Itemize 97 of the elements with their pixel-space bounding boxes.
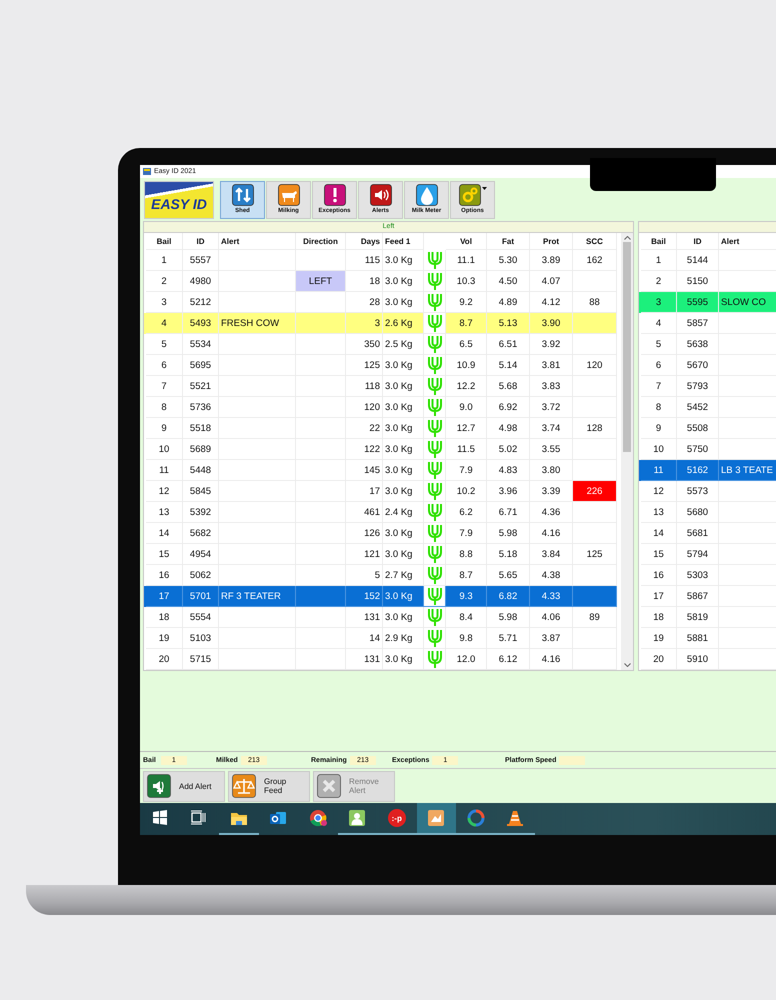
- teat-cup-icon: [426, 649, 444, 670]
- table-row[interactable]: 2 4980 LEFT 18 3.0 Kg 10.3 4.50 4.07: [144, 271, 617, 292]
- teat-cup-icon: [426, 271, 444, 292]
- teat-cup-icon: [426, 397, 444, 418]
- logo-text: EASY ID: [151, 196, 207, 212]
- table-cell: 5910: [677, 649, 719, 670]
- table-row[interactable]: 11 5162 LB 3 TEATE: [639, 460, 776, 482]
- table-row[interactable]: 14 5682 126 3.0 Kg 7.9 5.98 4.16: [144, 523, 617, 544]
- table-row[interactable]: 9 5508: [639, 418, 776, 440]
- table-row[interactable]: 13 5680: [639, 502, 776, 524]
- table-row[interactable]: 18 5554 131 3.0 Kg 8.4 5.98 4.06 89: [144, 607, 617, 628]
- action-button[interactable]: Group Feed: [228, 770, 310, 802]
- table-row[interactable]: 16 5062 5 2.7 Kg 8.7 5.65 4.38: [144, 565, 617, 586]
- teat-cup-icon: [426, 439, 444, 460]
- table-row[interactable]: 10 5750: [639, 439, 776, 460]
- teat-cup-icon: [426, 334, 444, 354]
- contact-icon: [348, 809, 366, 827]
- table-row[interactable]: 20 5910: [639, 649, 776, 670]
- app-icon: [143, 167, 151, 176]
- table-row[interactable]: 16 5303: [639, 565, 776, 586]
- drop-icon: [416, 184, 438, 206]
- table-row[interactable]: 1 5557 115 3.0 Kg 11.1 5.30 3.89 162: [144, 250, 617, 272]
- table-row[interactable]: 3 5595 SLOW CO: [639, 292, 776, 314]
- teat-cup-icon: [426, 355, 444, 376]
- table-row[interactable]: 4 5857: [639, 313, 776, 334]
- teat-cup-icon: [426, 313, 444, 334]
- scroll-up-icon: [624, 236, 630, 240]
- table-row[interactable]: 7 5793: [639, 376, 776, 398]
- table-row[interactable]: 2 5150: [639, 271, 776, 292]
- cone-icon: [506, 809, 524, 827]
- gears-icon: [458, 184, 480, 206]
- table-row[interactable]: 19 5103 14 2.9 Kg 9.8 5.71 3.87: [144, 628, 617, 650]
- teat-cup-icon: [426, 250, 444, 270]
- table-row[interactable]: 5 5638: [639, 334, 776, 356]
- table-cell: 131: [346, 649, 383, 670]
- table-row[interactable]: 20 5715 131 3.0 Kg 12.0 6.12 4.16: [144, 649, 617, 670]
- table-row[interactable]: 5 5534 350 2.5 Kg 6.5 6.51 3.92: [144, 334, 617, 356]
- table-row[interactable]: 15 4954 121 3.0 Kg 8.8 5.18 3.84 125: [144, 544, 617, 566]
- table-row[interactable]: 14 5681: [639, 523, 776, 544]
- table-cell: 5715: [183, 649, 219, 670]
- teat-cup-icon: [426, 607, 444, 628]
- caret-icon: [482, 186, 486, 191]
- teat-cup-icon: [426, 586, 444, 606]
- table-cell: LEFT: [296, 271, 346, 292]
- table-row[interactable]: 4 5493 FRESH COW 3 2.6 Kg 8.7 5.13 3.90: [144, 313, 617, 334]
- table-row[interactable]: 3 5212 28 3.0 Kg 9.2 4.89 4.12 88: [144, 292, 617, 314]
- teat-cup-icon: [426, 565, 444, 586]
- app-icon: [427, 809, 446, 827]
- speaker-plus-icon: [147, 774, 171, 798]
- table-row[interactable]: 10 5689 122 3.0 Kg 11.5 5.02 3.55: [144, 439, 617, 460]
- table-row[interactable]: 8 5736 120 3.0 Kg 9.0 6.92 3.72: [144, 397, 617, 418]
- scrollbar-thumb[interactable]: [623, 242, 631, 452]
- arrows-icon: [232, 184, 254, 206]
- teat-cup-icon: [426, 544, 444, 564]
- browser-icon: [466, 809, 485, 827]
- table-cell: 20: [641, 649, 677, 670]
- table-cell: 6.12: [487, 649, 530, 670]
- mail-icon: [269, 809, 288, 827]
- action-button[interactable]: Add Alert: [143, 770, 225, 802]
- table-row[interactable]: 12 5845 17 3.0 Kg 10.2 3.96 3.39 226: [144, 481, 617, 502]
- table-row[interactable]: 13 5392 461 2.4 Kg 6.2 6.71 4.36: [144, 502, 617, 524]
- table-row[interactable]: 7 5521 118 3.0 Kg 12.2 5.68 3.83: [144, 376, 617, 398]
- teat-cup-icon: [426, 460, 444, 480]
- teat-cup-icon: [426, 628, 444, 648]
- table-cell: 4.16: [530, 649, 573, 670]
- table-row[interactable]: 6 5695 125 3.0 Kg 10.9 5.14 3.81 120: [144, 355, 617, 376]
- table-row[interactable]: 6 5670: [639, 355, 776, 376]
- teat-cup-icon: [426, 502, 444, 522]
- windows-icon: [150, 809, 169, 827]
- exclamation-icon: [324, 184, 346, 206]
- browser-icon: [308, 809, 327, 827]
- table-row[interactable]: 18 5819: [639, 607, 776, 628]
- task-view-icon: [190, 809, 208, 827]
- table-row[interactable]: 17 5701 RF 3 TEATER 152 3.0 Kg 9.3 6.82 4.33: [144, 586, 617, 608]
- scrollbar[interactable]: [621, 233, 633, 670]
- teat-cup-icon: [426, 418, 444, 438]
- table-row[interactable]: 15 5794: [639, 544, 776, 566]
- scroll-down-icon: [624, 663, 630, 668]
- table-row[interactable]: 11 5448 145 3.0 Kg 7.9 4.83 3.80: [144, 460, 617, 482]
- teat-cup-icon: [426, 376, 444, 396]
- table-cell: 20: [146, 649, 183, 670]
- speaker-icon: [370, 184, 392, 206]
- table-row[interactable]: 19 5881: [639, 628, 776, 650]
- teat-cup-icon: [426, 481, 444, 502]
- table-row[interactable]: 8 5452: [639, 397, 776, 418]
- table-row[interactable]: 17 5867: [639, 586, 776, 608]
- table-row[interactable]: 12 5573: [639, 481, 776, 502]
- table-row[interactable]: 9 5518 22 3.0 Kg 12.7 4.98 3.74 128: [144, 418, 617, 440]
- table-cell: 12.0: [446, 649, 487, 670]
- table-cell: 226: [573, 481, 617, 502]
- cross-icon: [317, 774, 341, 798]
- teat-cup-icon: [426, 523, 444, 544]
- scales-icon: [232, 774, 256, 798]
- table-row[interactable]: 1 5144: [639, 250, 776, 272]
- teat-cup-icon: [426, 292, 444, 312]
- taskbar-button[interactable]: [416, 803, 456, 835]
- cow-icon: [278, 184, 300, 206]
